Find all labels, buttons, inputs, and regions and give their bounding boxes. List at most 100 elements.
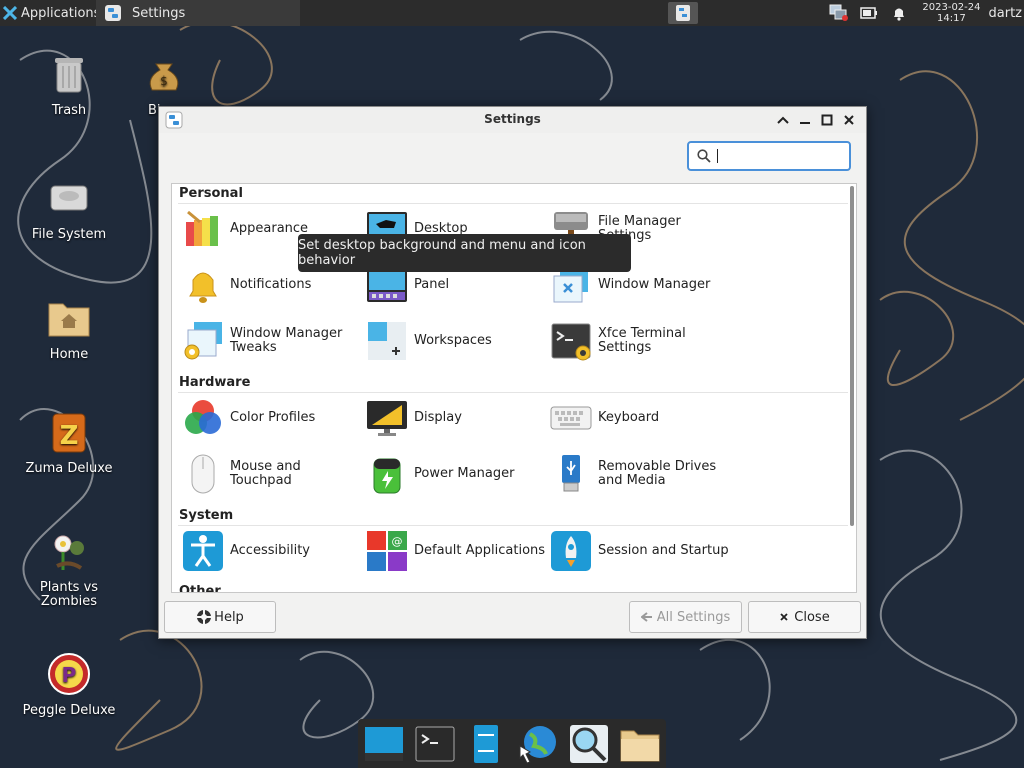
- close-window-button[interactable]: [839, 110, 859, 130]
- desktop-icon-label: Trash: [51, 103, 87, 118]
- maximize-icon: [821, 114, 833, 126]
- search-input[interactable]: [715, 146, 849, 168]
- desktop-icon-peggle[interactable]: P Peggle Deluxe: [21, 652, 117, 718]
- item-label: Workspaces: [414, 333, 492, 348]
- item-window-manager-tweaks[interactable]: Window Manager Tweaks: [182, 318, 362, 364]
- close-label: Close: [794, 609, 830, 625]
- scrollbar[interactable]: [850, 186, 854, 526]
- settings-mini-icon: [676, 5, 690, 21]
- display-icon: [367, 401, 407, 436]
- item-default-applications[interactable]: @ Default Applications: [366, 528, 546, 574]
- show-desktop-icon[interactable]: [362, 722, 406, 766]
- item-workspaces[interactable]: Workspaces: [366, 318, 546, 364]
- desktop-icon-plants[interactable]: Plants vs Zombies: [21, 530, 117, 609]
- window-title: Settings: [484, 112, 541, 126]
- item-label: Color Profiles: [230, 410, 316, 425]
- close-icon: [844, 115, 854, 125]
- desktop-icon-label: Plants vs Zombies: [39, 580, 99, 609]
- money-bag-icon: $: [149, 63, 179, 91]
- item-mouse-touchpad[interactable]: Mouse and Touchpad: [182, 451, 362, 497]
- terminal-icon[interactable]: [413, 722, 457, 766]
- appearance-icon: [186, 210, 218, 246]
- workspace-switcher[interactable]: [668, 2, 698, 24]
- keyboard-icon: [550, 406, 592, 430]
- item-display[interactable]: Display: [366, 395, 546, 441]
- desktop-icon-label: Zuma Deluxe: [25, 461, 113, 476]
- svg-text:$: $: [160, 74, 168, 88]
- network-icon[interactable]: [828, 4, 850, 22]
- category-personal: Personal: [179, 186, 243, 201]
- item-label: Session and Startup: [598, 543, 729, 558]
- color-profiles-icon: [185, 400, 221, 434]
- taskbar-settings-label: Settings: [132, 5, 186, 21]
- shade-button[interactable]: [773, 110, 793, 130]
- minimize-icon: [800, 122, 810, 124]
- desktop-icon-label: File System: [31, 227, 107, 242]
- item-keyboard[interactable]: Keyboard: [550, 395, 730, 441]
- battery-icon[interactable]: [858, 4, 880, 22]
- desktop-icon-zuma[interactable]: Z Zuma Deluxe: [21, 410, 117, 476]
- item-label: Panel: [414, 277, 450, 292]
- battery-power-icon: [373, 458, 401, 494]
- taskbar-settings-button[interactable]: Settings: [96, 0, 300, 26]
- item-label: Xfce Terminal Settings: [598, 326, 686, 355]
- desktop-icon-file-system[interactable]: File System: [21, 176, 117, 242]
- item-removable-drives[interactable]: Removable Drives and Media: [550, 451, 730, 497]
- maximize-button[interactable]: [817, 110, 837, 130]
- all-settings-button[interactable]: All Settings: [629, 601, 742, 633]
- desktop-tooltip: Set desktop background and menu and icon…: [298, 234, 631, 272]
- item-label: Default Applications: [414, 543, 546, 558]
- item-power-manager[interactable]: Power Manager: [366, 451, 546, 497]
- item-label: Window Manager Tweaks: [230, 326, 343, 355]
- peggle-icon: P: [48, 653, 90, 695]
- category-other: Other: [179, 584, 221, 593]
- help-label: Help: [214, 609, 244, 625]
- item-label: Mouse and Touchpad: [230, 459, 301, 488]
- usb-drive-icon: [562, 455, 580, 492]
- text-cursor: [717, 149, 718, 163]
- clock-date: 2023-02-24: [922, 2, 981, 13]
- applications-menu[interactable]: Applications: [0, 0, 100, 26]
- item-label: Removable Drives and Media: [598, 459, 717, 488]
- item-color-profiles[interactable]: Color Profiles: [182, 395, 362, 441]
- clock-time: 14:17: [937, 13, 966, 24]
- help-button[interactable]: Help: [164, 601, 276, 633]
- web-browser-icon[interactable]: [516, 722, 560, 766]
- item-label: Accessibility: [230, 543, 310, 558]
- xfce-logo-icon: [3, 6, 17, 20]
- app-finder-icon[interactable]: [567, 722, 611, 766]
- category-system: System: [179, 508, 234, 523]
- item-label: Appearance: [230, 221, 309, 236]
- svg-text:P: P: [62, 663, 77, 687]
- default-apps-icon: @: [367, 531, 407, 571]
- settings-window: Settings Personal Appearance Desktop Fil…: [158, 106, 867, 639]
- item-accessibility[interactable]: Accessibility: [182, 528, 362, 574]
- minimize-button[interactable]: [795, 110, 815, 130]
- notification-bell-icon[interactable]: [888, 4, 910, 22]
- window-titlebar[interactable]: Settings: [159, 107, 866, 133]
- plants-icon: [54, 535, 84, 570]
- terminal-settings-icon: [551, 323, 591, 361]
- file-manager-dock-icon[interactable]: [464, 722, 508, 766]
- search-box[interactable]: [687, 141, 851, 171]
- desktop-icon-home[interactable]: Home: [21, 296, 117, 362]
- item-label: Window Manager: [598, 277, 711, 292]
- item-label: Keyboard: [598, 410, 660, 425]
- dock: [358, 719, 666, 768]
- wm-tweaks-icon: [184, 322, 222, 360]
- category-hardware: Hardware: [179, 375, 251, 390]
- folder-icon[interactable]: [618, 722, 662, 766]
- item-xfce-terminal-settings[interactable]: Xfce Terminal Settings: [550, 318, 730, 364]
- desktop-icon-trash[interactable]: Trash: [21, 52, 117, 118]
- category-separator: [178, 525, 848, 526]
- applications-label: Applications: [21, 5, 101, 21]
- desktop-icon-label: Home: [49, 347, 89, 362]
- item-session-startup[interactable]: Session and Startup: [550, 528, 730, 574]
- settings-app-icon: [105, 5, 121, 21]
- clock[interactable]: 2023-02-24 14:17: [922, 2, 980, 24]
- all-settings-label: All Settings: [656, 609, 731, 625]
- workspaces-icon: [368, 322, 406, 360]
- accessibility-icon: [183, 531, 223, 571]
- close-button[interactable]: Close: [748, 601, 861, 633]
- user-menu[interactable]: dartz: [989, 6, 1022, 21]
